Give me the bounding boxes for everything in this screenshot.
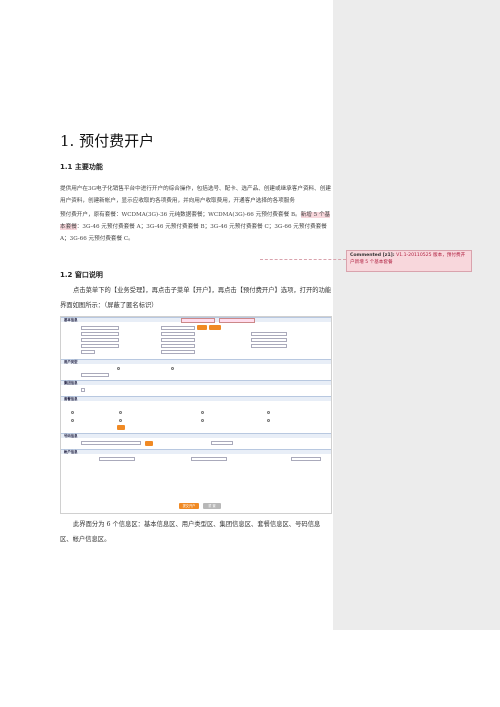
screenshot-input (161, 350, 195, 354)
screenshot-checkbox (81, 388, 85, 392)
screenshot-select (191, 457, 227, 461)
screenshot-small-button (197, 325, 207, 330)
screenshot-submit-button: 提交开户 (179, 503, 199, 509)
screenshot-section-account: 帐户信息 (61, 449, 331, 454)
screenshot-select (81, 350, 95, 354)
summary-paragraph: 此界面分为 6 个信息区：基本信息区、用户类型区、集团信息区、套餐信息区、号码信… (60, 521, 321, 543)
package-line-1: 预付费开户，原有套餐：WCDMA(3G)-36 元纯数据套餐；WCDMA(3G)… (60, 212, 301, 218)
screenshot-input (161, 326, 195, 330)
screenshot-input (81, 441, 141, 445)
screenshot-radio (71, 419, 74, 422)
screenshot-tag (181, 318, 215, 323)
document-page: 1. 预付费开户 1.1 主要功能 提供用户在3G电子化销售平台中进行开户的综合… (0, 0, 500, 707)
page-title: 1. 预付费开户 (60, 132, 155, 150)
screenshot-radio (119, 411, 122, 414)
page-bottom (0, 630, 500, 707)
screenshot-section-number: 号码信息 (61, 433, 331, 438)
screenshot-section-package: 套餐信息 (61, 396, 331, 401)
screenshot-input (81, 344, 119, 348)
screenshot-input (81, 338, 119, 342)
screenshot-input (251, 344, 287, 348)
screenshot-radio (117, 367, 120, 370)
screenshot-radio (267, 411, 270, 414)
screenshot-tag (219, 318, 255, 323)
screenshot-radio (119, 419, 122, 422)
screenshot-input (161, 338, 195, 342)
screenshot-input (161, 344, 195, 348)
screenshot-input (161, 332, 195, 336)
screenshot-input (99, 457, 135, 461)
screenshot-radio (171, 367, 174, 370)
window-description-paragraph: 点击菜单下的【业务受理】，再点击子菜单【开户】，再点击【预付费开户】选项，打开的… (60, 287, 332, 309)
section-heading-main-function: 1.1 主要功能 (60, 163, 103, 171)
screenshot-input (211, 441, 233, 445)
screenshot-section-user-type: 用户类型 (61, 359, 331, 364)
screenshot-radio (267, 419, 270, 422)
comment-bubble[interactable]: Commented [z1]: V1.1-20110525 版本，预付费开户新增… (346, 250, 472, 272)
screenshot-select (291, 457, 321, 461)
package-paragraph: 预付费开户，原有套餐：WCDMA(3G)-36 元纯数据套餐；WCDMA(3G)… (60, 209, 332, 245)
main-function-paragraph: 提供用户在3G电子化销售平台中进行开户的综合操作，包括选号、配卡、选产品、创建或… (60, 186, 331, 204)
screenshot-small-button (117, 425, 125, 430)
section-heading-window: 1.2 窗口说明 (60, 271, 103, 279)
embedded-screenshot: 基本信息 用户类型 集团信息 套餐信息 号码信息 帐户信息 提交开户 重 置 (60, 316, 332, 514)
screenshot-radio (201, 411, 204, 414)
screenshot-radio (201, 419, 204, 422)
comment-connector-line (260, 259, 346, 260)
screenshot-input (251, 332, 287, 336)
screenshot-select (81, 373, 109, 377)
screenshot-input (81, 332, 119, 336)
screenshot-input (251, 338, 287, 342)
screenshot-small-button (209, 325, 221, 330)
comment-label: Commented [z1]: (350, 253, 395, 258)
screenshot-radio (71, 411, 74, 414)
screenshot-input (81, 326, 119, 330)
screenshot-section-group: 集团信息 (61, 380, 331, 385)
screenshot-small-button (145, 441, 153, 446)
comment-margin-pane (333, 0, 500, 630)
screenshot-reset-button: 重 置 (203, 503, 221, 509)
package-line-2: ：3G-46 元预付费套餐 A；3G-46 元预付费套餐 B；3G-46 元预付… (60, 224, 327, 242)
